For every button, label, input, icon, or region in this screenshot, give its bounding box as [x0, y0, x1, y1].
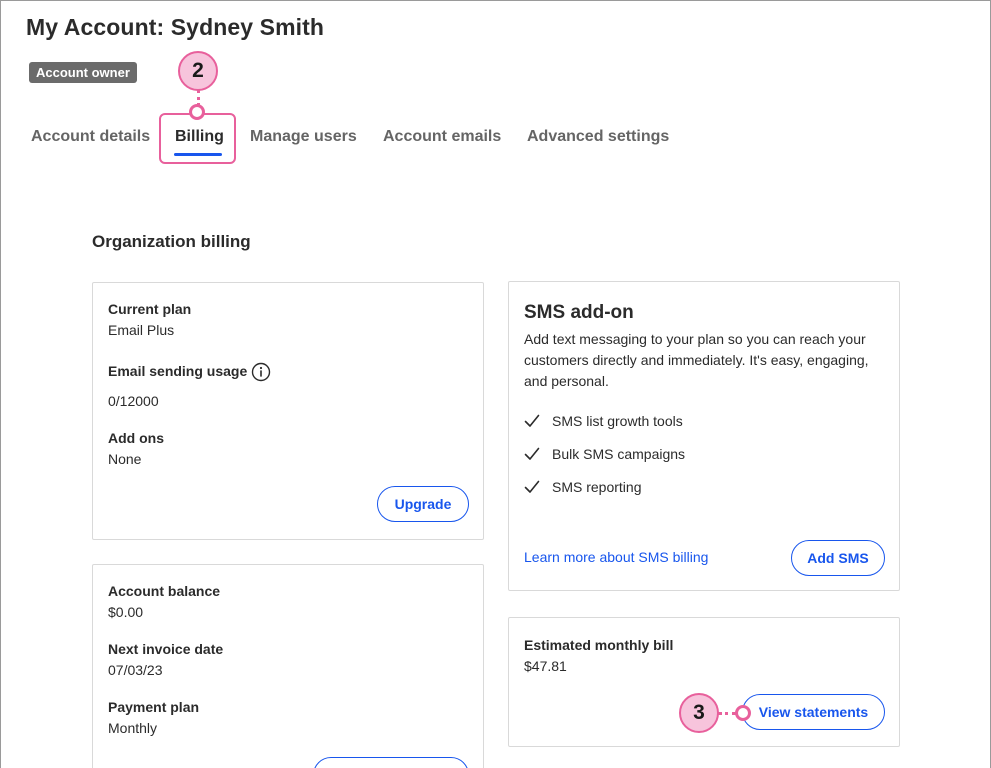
- email-usage-label: Email sending usage: [108, 363, 248, 379]
- info-icon[interactable]: [251, 362, 271, 382]
- account-balance-label: Account balance: [108, 583, 221, 599]
- addons-value: None: [108, 451, 142, 467]
- estimated-bill-label: Estimated monthly bill: [524, 637, 674, 653]
- view-statements-button[interactable]: View statements: [742, 694, 885, 730]
- checkmark-icon: [524, 447, 540, 460]
- callout-connector: [718, 712, 736, 715]
- active-tab-indicator: [174, 153, 222, 156]
- payment-plan-value: Monthly: [108, 720, 158, 736]
- tab-advanced-settings[interactable]: Advanced settings: [527, 128, 669, 146]
- add-sms-button[interactable]: Add SMS: [791, 540, 885, 576]
- sms-addon-card: SMS add-on Add text messaging to your pl…: [508, 281, 900, 591]
- account-owner-badge: Account owner: [29, 62, 137, 83]
- checkmark-icon: [524, 480, 540, 493]
- section-title: Organization billing: [92, 232, 251, 251]
- account-balance-value: $0.00: [108, 604, 144, 620]
- account-tabs: Account details Billing Manage users Acc…: [0, 128, 991, 152]
- page-title: My Account: Sydney Smith: [26, 14, 325, 40]
- addons-label: Add ons: [108, 430, 164, 446]
- current-plan-label: Current plan: [108, 301, 192, 317]
- tab-account-details[interactable]: Account details: [31, 128, 150, 146]
- payment-action-button[interactable]: [313, 757, 469, 768]
- tab-manage-users[interactable]: Manage users: [250, 128, 357, 146]
- balance-card: Account balance $0.00 Next invoice date …: [92, 564, 484, 768]
- payment-plan-label: Payment plan: [108, 699, 200, 715]
- sms-feature-label: SMS reporting: [552, 479, 642, 495]
- tab-billing[interactable]: Billing: [175, 128, 224, 146]
- sms-addon-title: SMS add-on: [524, 302, 634, 323]
- callout-anchor-dot: [189, 104, 205, 120]
- sms-feature-label: SMS list growth tools: [552, 413, 683, 429]
- current-plan-value: Email Plus: [108, 322, 175, 338]
- next-invoice-label: Next invoice date: [108, 641, 224, 657]
- plan-card: Current plan Email Plus Email sending us…: [92, 282, 484, 540]
- learn-more-sms-billing-link[interactable]: Learn more about SMS billing: [524, 549, 708, 565]
- callout-step-3: 3: [679, 693, 719, 733]
- email-usage-value: 0/12000: [108, 393, 159, 409]
- next-invoice-value: 07/03/23: [108, 662, 163, 678]
- sms-addon-description: Add text messaging to your plan so you c…: [524, 331, 869, 389]
- sms-feature-label: Bulk SMS campaigns: [552, 446, 686, 462]
- estimated-bill-value: $47.81: [524, 658, 567, 674]
- callout-anchor-dot: [735, 705, 751, 721]
- callout-step-2: 2: [178, 51, 218, 91]
- checkmark-icon: [524, 414, 540, 427]
- tab-account-emails[interactable]: Account emails: [383, 128, 501, 146]
- upgrade-button[interactable]: Upgrade: [377, 486, 469, 522]
